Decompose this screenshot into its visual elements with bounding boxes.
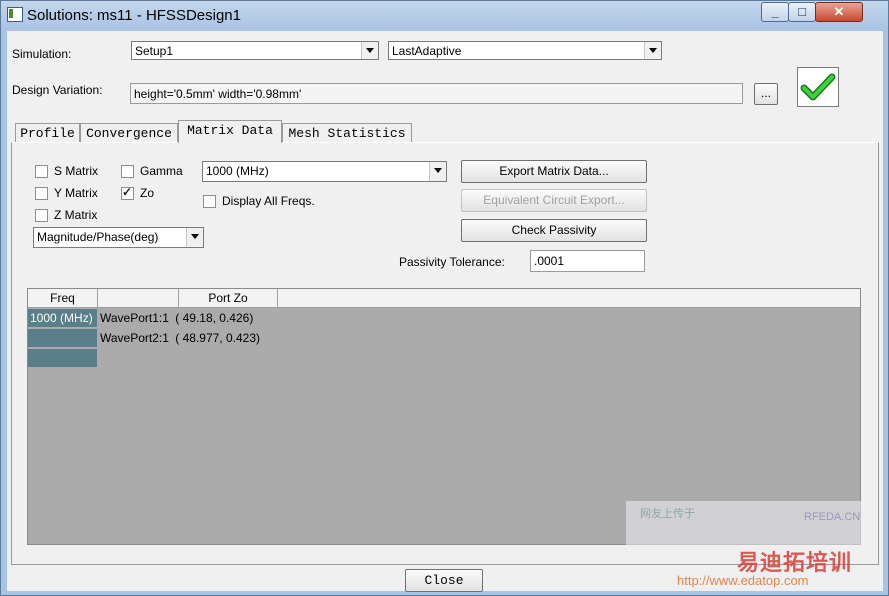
design-variation-browse-button[interactable]: ... (754, 83, 778, 105)
gamma-label: Gamma (140, 164, 183, 178)
simulation-label: Simulation: (12, 47, 72, 61)
y-matrix-label: Y Matrix (54, 186, 98, 200)
port-name: WavePort1:1 (100, 311, 169, 325)
close-button[interactable]: Close (405, 569, 483, 592)
format-select-value: Magnitude/Phase(deg) (37, 230, 159, 244)
watermark: 网友上传于 RFEDA.CN (626, 501, 862, 545)
solutions-window: Solutions: ms11 - HFSSDesign1 _ □ ✕ Simu… (0, 0, 889, 596)
minimize-icon: _ (771, 4, 779, 19)
tab-mesh-statistics[interactable]: Mesh Statistics (282, 123, 412, 142)
watermark-url: http://www.edatop.com (677, 573, 809, 588)
table-row[interactable]: WavePort1:1 ( 49.18, 0.426) (100, 309, 253, 328)
maximize-icon: □ (798, 4, 806, 19)
close-icon: ✕ (833, 4, 845, 19)
setup-select[interactable]: Setup1 (131, 41, 379, 60)
design-variation-label: Design Variation: (12, 83, 103, 97)
z-matrix-checkbox[interactable] (35, 209, 48, 222)
freq-cell-empty[interactable] (28, 329, 97, 348)
maximize-button[interactable]: □ (788, 2, 816, 22)
solution-select[interactable]: LastAdaptive (388, 41, 662, 60)
chevron-down-icon[interactable] (644, 42, 661, 59)
freq-cell-empty[interactable] (28, 349, 97, 368)
check-passivity-button[interactable]: Check Passivity (461, 219, 647, 242)
y-matrix-checkbox[interactable] (35, 187, 48, 200)
chevron-down-icon[interactable] (186, 228, 203, 247)
window-title: Solutions: ms11 - HFSSDesign1 (27, 7, 241, 24)
s-matrix-label: S Matrix (54, 164, 99, 178)
port-zo-value: ( 49.18, 0.426) (175, 311, 254, 325)
display-all-freqs-checkbox[interactable] (203, 195, 216, 208)
export-matrix-data-button[interactable]: Export Matrix Data... (461, 160, 647, 183)
minimize-button[interactable]: _ (761, 2, 789, 22)
s-matrix-checkbox[interactable] (35, 165, 48, 178)
passivity-tolerance-label: Passivity Tolerance: (399, 255, 505, 269)
display-all-freqs-label: Display All Freqs. (222, 194, 315, 208)
tab-profile[interactable]: Profile (15, 123, 80, 142)
solution-status-indicator (797, 67, 839, 107)
chevron-down-icon[interactable] (429, 162, 446, 181)
solution-select-value: LastAdaptive (392, 44, 462, 58)
passivity-tolerance-value: .0001 (534, 254, 565, 268)
zo-label: Zo (140, 186, 155, 200)
equivalent-circuit-export-button[interactable]: Equivalent Circuit Export... (461, 189, 647, 212)
freq-cell[interactable]: 1000 (MHz) (28, 309, 97, 328)
column-header-freq[interactable]: Freq (28, 289, 98, 308)
design-variation-value: height='0.5mm' width='0.98mm' (134, 87, 302, 101)
column-header-port-zo[interactable]: Port Zo (179, 289, 278, 308)
chevron-down-icon[interactable] (361, 42, 378, 59)
close-window-button[interactable]: ✕ (815, 2, 863, 22)
tab-convergence[interactable]: Convergence (80, 123, 178, 142)
watermark-brand: RFEDA.CN (804, 511, 861, 523)
setup-select-value: Setup1 (135, 44, 174, 58)
passivity-tolerance-input[interactable]: .0001 (530, 250, 645, 272)
z-matrix-label: Z Matrix (54, 208, 98, 222)
matrix-data-grid[interactable]: Freq Port Zo 1000 (MHz) WavePort1:1 ( 49… (27, 288, 862, 545)
gamma-checkbox[interactable] (121, 165, 134, 178)
dialog-client-area: Simulation: Setup1 LastAdaptive Design V… (7, 31, 883, 592)
column-header-filler (278, 289, 860, 308)
zo-checkbox[interactable]: ✓ (121, 185, 134, 200)
title-bar[interactable]: Solutions: ms11 - HFSSDesign1 _ □ ✕ (1, 1, 888, 29)
tab-matrix-data[interactable]: Matrix Data (178, 120, 282, 143)
table-row[interactable]: WavePort2:1 ( 48.977, 0.423) (100, 329, 260, 348)
app-icon (7, 7, 23, 22)
design-variation-field[interactable]: height='0.5mm' width='0.98mm' (130, 83, 743, 104)
port-zo-value: ( 48.977, 0.423) (175, 331, 260, 345)
watermark-upload-text: 网友上传于 (640, 508, 695, 520)
column-header-port[interactable] (98, 289, 179, 308)
frequency-select[interactable]: 1000 (MHz) (202, 161, 447, 182)
frequency-select-value: 1000 (MHz) (206, 164, 269, 178)
checkmark-icon (800, 73, 836, 101)
checkmark-icon: ✓ (122, 185, 133, 199)
format-select[interactable]: Magnitude/Phase(deg) (33, 227, 204, 248)
port-name: WavePort2:1 (100, 331, 169, 345)
